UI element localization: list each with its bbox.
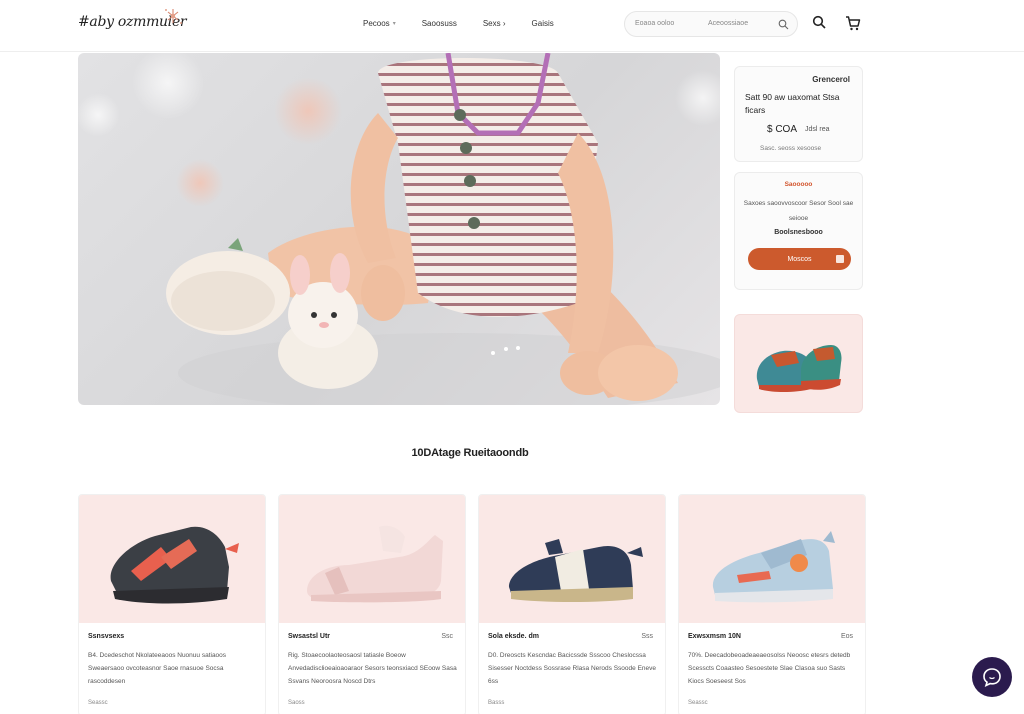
nav-item-2[interactable]: Saoosuss <box>422 19 457 28</box>
nav-item-label: Sexs › <box>482 19 506 28</box>
product-name: Sola eksde. dm <box>488 633 539 640</box>
product-image <box>279 495 465 623</box>
offer-label: Saooooo <box>784 181 813 188</box>
offer-code: Boolsnesbooo <box>774 229 823 236</box>
product-card[interactable]: Swsastsl Utr Ssc Rig. Stoaecoolaoteosaos… <box>278 494 466 714</box>
search-input[interactable]: Eoaoa ooloo Aceoossiaoe <box>624 11 798 37</box>
product-more: Saoss <box>288 700 305 706</box>
product-image <box>679 495 865 623</box>
product-more: Basss <box>488 700 505 706</box>
product-card[interactable]: Exwsxmsm 10N Eos 70%. Deecadobeoadeaeaeo… <box>678 494 866 714</box>
product-price: Sss <box>641 633 653 640</box>
product-more: Seassc <box>88 700 108 706</box>
product-price: Ssc <box>441 633 453 640</box>
nav-item-1[interactable]: Pecoos ▾ <box>363 19 396 28</box>
promo-badge: Grencerol <box>812 75 850 84</box>
promo-price-sub: Jdsl rea <box>805 126 830 133</box>
offer-button[interactable]: Moscos <box>748 248 851 270</box>
search-icon[interactable] <box>778 19 789 30</box>
featured-shoes-card[interactable] <box>734 314 863 413</box>
sandal-image <box>307 525 443 603</box>
product-description: D0. Dreoscts Kescndac Bacicssde Ssscoo C… <box>488 652 656 685</box>
product-card[interactable]: Sola eksde. dm Sss D0. Dreoscts Kescndac… <box>478 494 666 714</box>
blue-sneaker-image <box>712 531 835 603</box>
nav-item-label: Pecoos <box>363 19 390 28</box>
chevron-down-icon: ▾ <box>392 21 396 27</box>
chat-button[interactable] <box>972 657 1012 697</box>
hero-baby-image <box>78 53 720 405</box>
promo-footer: Sasc. seoss xesoose <box>760 145 822 152</box>
nav-item-4[interactable]: Gaisis <box>532 19 554 28</box>
nav-item-label: Gaisis <box>531 19 554 28</box>
section-title: 10DAtage Rueitaoondb <box>411 447 529 459</box>
chat-icon <box>983 668 1001 687</box>
main-nav: Pecoos ▾ Saoosuss Sexs › Gaisis <box>363 19 580 28</box>
product-description: Rig. Stoaecoolaoteosaosl tatiasle Boeow … <box>288 652 457 685</box>
product-card[interactable]: Ssnsvsexs B4. Dcedeschot Nkolateeaoos Nu… <box>78 494 266 714</box>
product-name: Swsastsl Utr <box>288 633 331 640</box>
product-name: Ssnsvsexs <box>88 633 125 640</box>
offer-description: Saxoes saoovvoscoor Sesor Sool sae seioo… <box>743 200 854 222</box>
nav-item-3[interactable]: Sexs › <box>483 19 506 28</box>
product-description: 70%. Deecadobeoadeaeaeosolss Neoosc etes… <box>688 652 851 685</box>
site-header: #aby ozmmuler Pecoos ▾ Saoosuss Sexs › G… <box>0 0 1024 52</box>
search-icon[interactable] <box>812 15 826 29</box>
logo-mark-icon <box>165 9 182 24</box>
promo-title: Satt 90 aw uaxomat Stsa ficars <box>745 92 840 115</box>
hero-banner[interactable] <box>78 53 720 405</box>
search-placeholder-right: Aceoossiaoe <box>708 20 749 27</box>
product-image <box>79 495 265 623</box>
product-name: Exwsxmsm 10N <box>688 633 741 640</box>
sneakers-image <box>756 345 842 392</box>
search-placeholder-left: Eoaoa ooloo <box>635 20 675 27</box>
arrow-icon <box>836 255 844 263</box>
cart-icon[interactable] <box>845 15 861 31</box>
sneaker-image <box>110 526 239 604</box>
promo-price: $ COA <box>767 124 798 135</box>
product-more: Seassc <box>688 700 708 706</box>
nav-item-label: Saoosuss <box>421 19 457 28</box>
product-description: B4. Dcedeschot Nkolateeaoos Nuonuu satia… <box>88 652 227 685</box>
product-image <box>479 495 665 623</box>
offer-button-label: Moscos <box>787 255 812 263</box>
product-price: Eos <box>840 633 853 640</box>
navy-shoe-image <box>509 539 643 602</box>
